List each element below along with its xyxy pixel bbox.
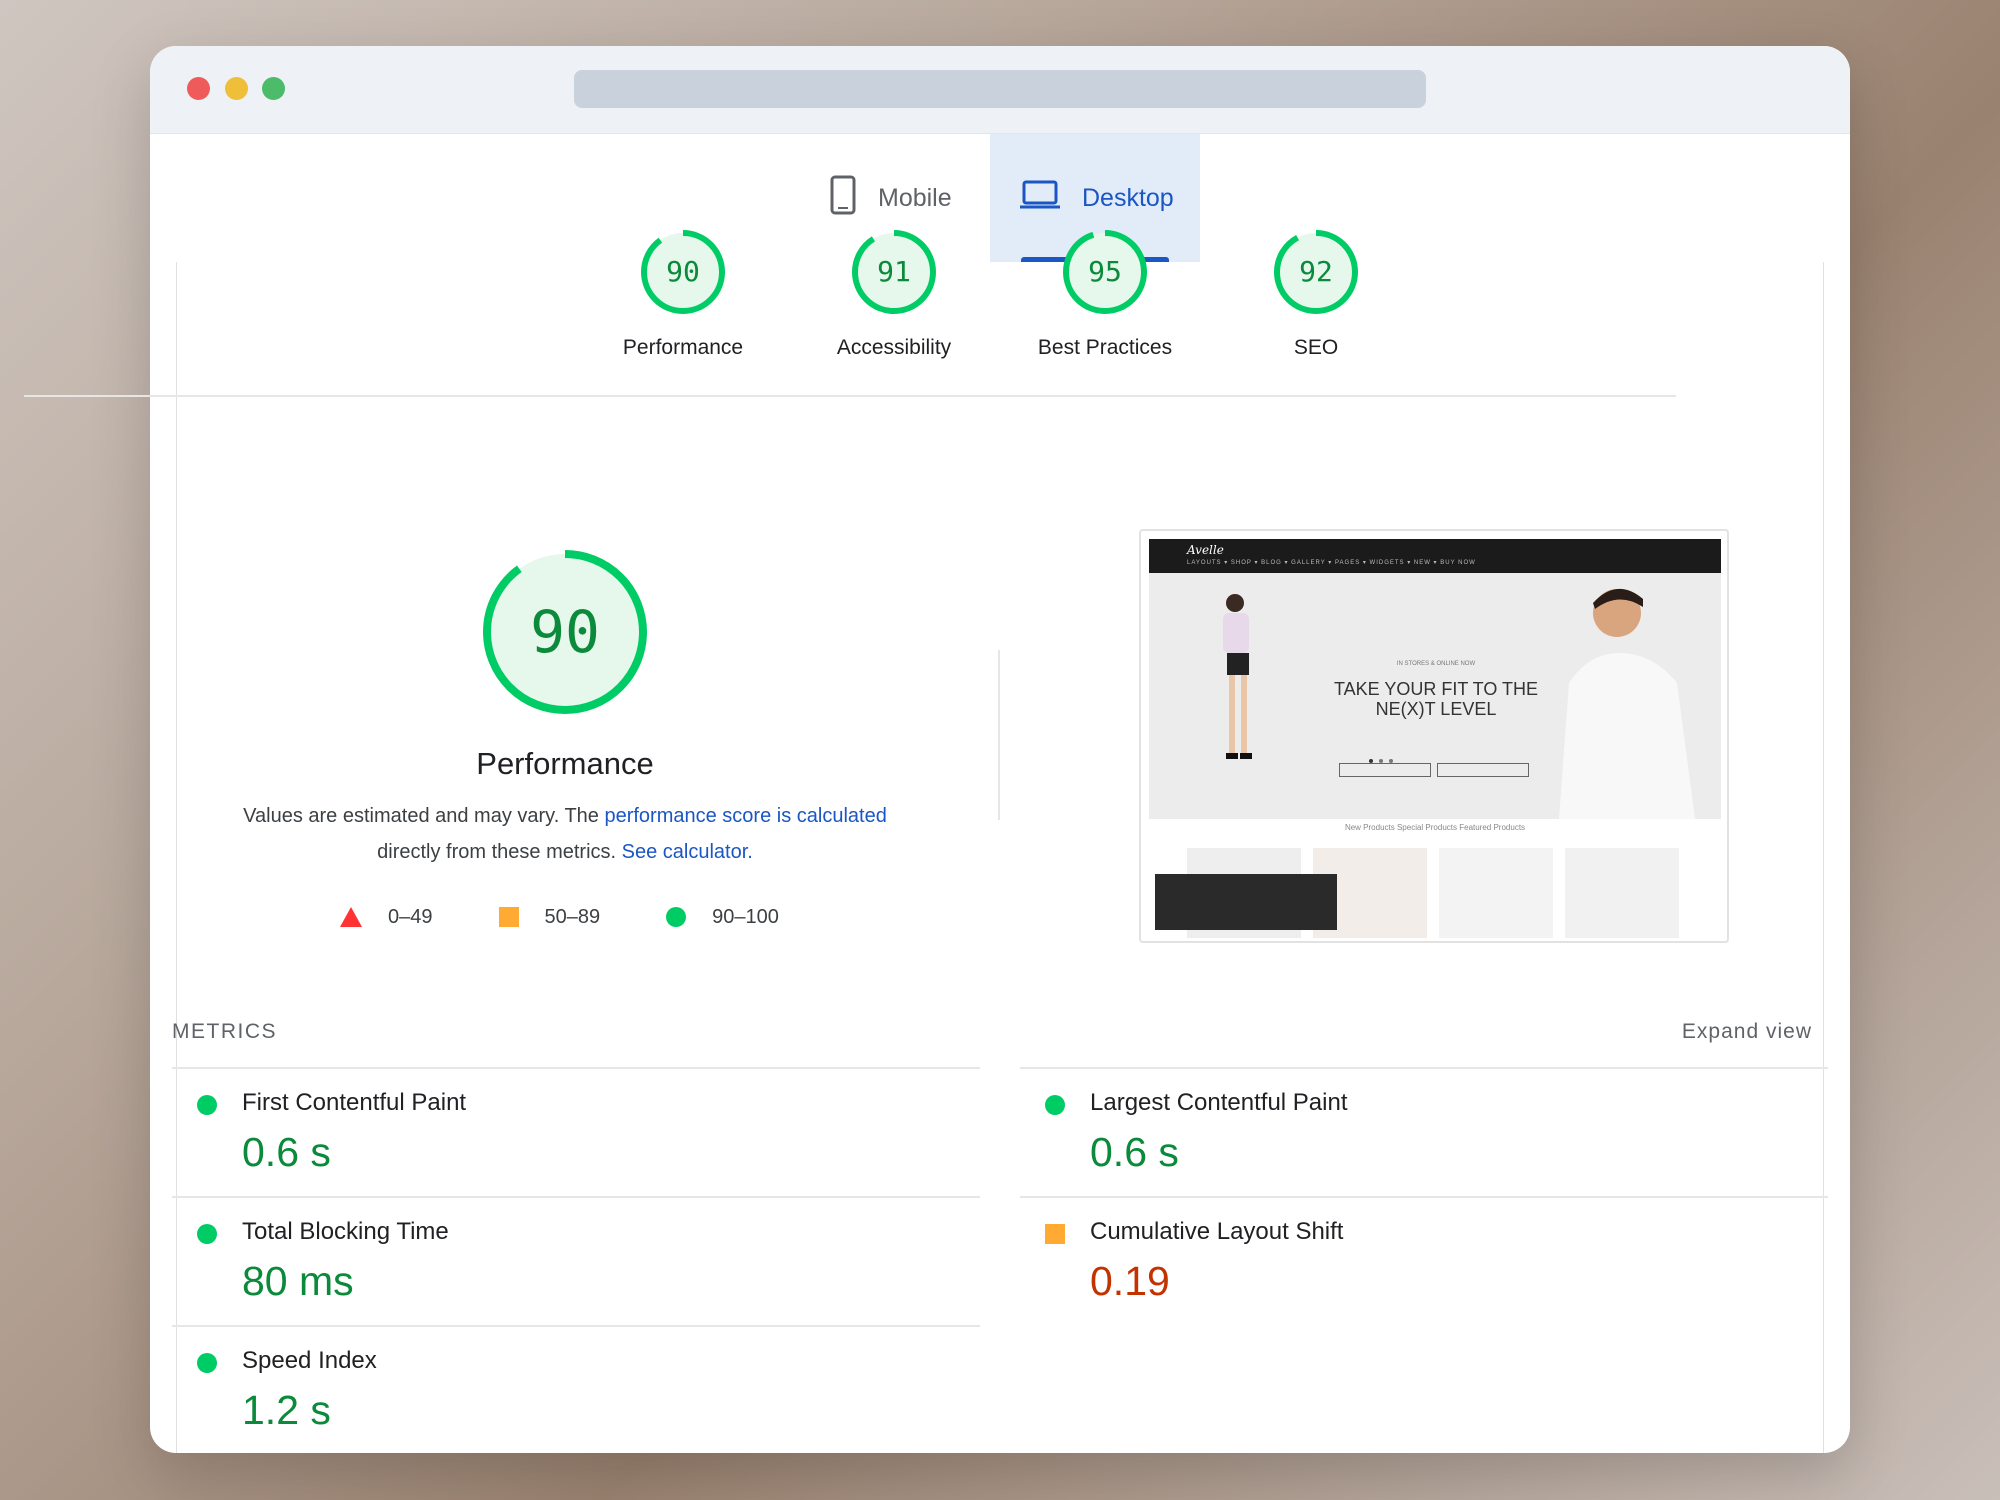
square-icon (1045, 1224, 1065, 1244)
preview-product-card (1439, 848, 1553, 938)
laptop-icon (1020, 179, 1060, 218)
legend-pass: 90–100 (666, 906, 779, 929)
preview-headline-2: NE(X)T LEVEL (1375, 699, 1497, 719)
preview-headline: TAKE YOUR FIT TO THE NE(X)T LEVEL (1321, 679, 1551, 719)
legend-range: 90–100 (712, 905, 779, 928)
performance-score-ring: 90 (479, 546, 651, 718)
gauge-score: 90 (666, 255, 700, 288)
phone-icon (830, 175, 856, 222)
vertical-divider (998, 650, 1000, 820)
final-screenshot-preview[interactable]: Avelle LAYOUTS ▾ SHOP ▾ BLOG ▾ GALLERY ▾… (1139, 529, 1729, 943)
triangle-icon (340, 907, 362, 927)
gauge-accessibility[interactable]: 91 Accessibility (804, 228, 984, 360)
performance-summary: 90 Performance (320, 546, 810, 782)
gauge-score: 95 (1088, 255, 1122, 288)
gauge-seo[interactable]: 92 SEO (1226, 228, 1406, 360)
performance-description: Values are estimated and may vary. The p… (180, 798, 950, 870)
legend-range: 0–49 (388, 905, 433, 928)
metric-item: Speed Index 1.2 s (172, 1325, 980, 1453)
preview-product-card (1565, 848, 1679, 938)
circle-icon (197, 1224, 217, 1244)
performance-score: 90 (530, 598, 600, 666)
preview-logo: Avelle (1187, 543, 1224, 557)
preview-product-tabs: New Products Special Products Featured P… (1344, 823, 1526, 832)
gauge-label: Best Practices (1037, 336, 1173, 359)
preview-menu: LAYOUTS ▾ SHOP ▾ BLOG ▾ GALLERY ▾ PAGES … (1187, 560, 1476, 566)
gauge-label: Performance (622, 336, 744, 359)
tab-desktop-label: Desktop (1082, 183, 1174, 212)
legend-average: 50–89 (498, 905, 601, 929)
metric-name: Total Blocking Time (242, 1218, 449, 1245)
see-calculator-link[interactable]: See calculator. (622, 841, 753, 863)
preview-hero: IN STORES & ONLINE NOW TAKE YOUR FIT TO … (1149, 573, 1721, 819)
preview-cookie-banner (1155, 874, 1337, 930)
desc-text-1: Values are estimated and may vary. The (243, 805, 605, 827)
score-legend: 0–49 50–89 90–100 (340, 902, 845, 932)
metrics-heading: METRICS (172, 1020, 277, 1043)
gauge-performance[interactable]: 90 Performance (593, 228, 773, 360)
score-ring: 92 (1272, 228, 1360, 316)
gauge-score: 91 (877, 255, 911, 288)
tab-mobile-label: Mobile (878, 183, 952, 212)
performance-score-link[interactable]: performance score is calculated (604, 805, 886, 827)
metric-item: Cumulative Layout Shift 0.19 (1020, 1196, 1828, 1324)
metric-item: Total Blocking Time 80 ms (172, 1196, 980, 1324)
expand-view-button[interactable]: Expand view (1682, 1020, 1812, 1044)
metric-value: 0.6 s (242, 1129, 331, 1175)
metric-value: 0.6 s (1090, 1129, 1179, 1175)
preview-button-men (1437, 763, 1529, 777)
score-ring: 95 (1061, 228, 1149, 316)
circle-icon (197, 1095, 217, 1115)
section-divider (24, 395, 1676, 397)
preview-navbar: Avelle LAYOUTS ▾ SHOP ▾ BLOG ▾ GALLERY ▾… (1149, 539, 1721, 573)
address-bar[interactable] (574, 70, 1426, 108)
category-gauges: 90 Performance 91 Accessibility 95 Best … (0, 228, 1700, 368)
circle-icon (666, 907, 687, 927)
minimize-window-button[interactable] (225, 77, 248, 100)
metric-value: 1.2 s (242, 1387, 331, 1433)
metric-name: Largest Contentful Paint (1090, 1089, 1348, 1116)
metric-value: 80 ms (242, 1258, 354, 1304)
metric-name: Cumulative Layout Shift (1090, 1218, 1344, 1245)
gauge-label: Accessibility (836, 336, 952, 359)
circle-icon (197, 1353, 217, 1373)
metric-item: First Contentful Paint 0.6 s (172, 1067, 980, 1195)
legend-range: 50–89 (544, 905, 601, 928)
gauge-score: 92 (1299, 255, 1333, 288)
metric-name: First Contentful Paint (242, 1089, 467, 1116)
score-ring: 91 (850, 228, 938, 316)
circle-icon (1045, 1095, 1065, 1115)
preview-headline-1: TAKE YOUR FIT TO THE (1333, 679, 1539, 699)
desc-text-2: directly from these metrics. (377, 841, 622, 863)
metric-name: Speed Index (242, 1347, 377, 1374)
metric-item: Largest Contentful Paint 0.6 s (1020, 1067, 1828, 1195)
gauge-label: SEO (1293, 336, 1339, 359)
legend-fail: 0–49 (340, 906, 433, 929)
gauge-best-practices[interactable]: 95 Best Practices (1015, 228, 1195, 360)
performance-title: Performance (476, 746, 654, 781)
metrics-header: METRICS Expand view (172, 1020, 1812, 1050)
square-icon (498, 907, 519, 927)
preview-kicker: IN STORES & ONLINE NOW (1396, 661, 1476, 667)
score-ring: 90 (639, 228, 727, 316)
metric-value: 0.19 (1090, 1258, 1170, 1304)
preview-button-women (1339, 763, 1431, 777)
title-bar (150, 46, 1850, 134)
close-window-button[interactable] (187, 77, 210, 100)
maximize-window-button[interactable] (262, 77, 285, 100)
